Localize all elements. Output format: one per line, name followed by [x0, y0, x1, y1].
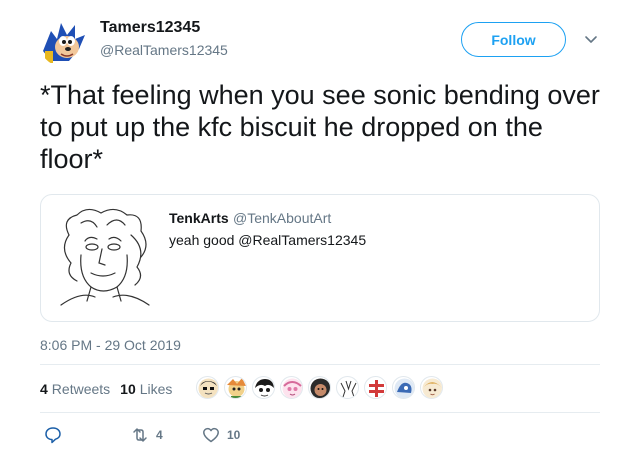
- retweet-icon: [133, 428, 147, 442]
- heart-icon: [203, 427, 219, 443]
- reply-icon: [45, 427, 61, 444]
- quoted-handle: @TenkAboutArt: [233, 210, 332, 226]
- liker-avatar-7[interactable]: [364, 376, 387, 399]
- retweets-count: 4: [40, 381, 48, 397]
- liker-avatar-2[interactable]: [224, 376, 247, 399]
- retweet-button[interactable]: 4: [131, 426, 163, 444]
- quoted-display-name: TenkArts: [169, 210, 229, 226]
- liker-avatar-8[interactable]: [392, 376, 415, 399]
- likes-stat[interactable]: 10 Likes: [120, 381, 172, 397]
- chevron-down-icon[interactable]: [583, 31, 599, 47]
- tweet-text: *That feeling when you see sonic bending…: [40, 80, 600, 174]
- divider: [40, 412, 600, 413]
- sonic-avatar-icon: [39, 17, 89, 67]
- divider: [40, 364, 600, 365]
- tweet-stats: 4 Retweets 10 Likes: [40, 381, 182, 397]
- liker-avatar-1[interactable]: [196, 376, 219, 399]
- liker-avatar-3[interactable]: [252, 376, 275, 399]
- sketch-drawing-icon: [51, 205, 157, 311]
- liker-avatar-6[interactable]: [336, 376, 359, 399]
- like-button[interactable]: 10: [202, 426, 240, 444]
- liker-avatar-9[interactable]: [420, 376, 443, 399]
- retweets-label: Retweets: [51, 381, 111, 397]
- retweets-stat[interactable]: 4 Retweets: [40, 381, 110, 397]
- likes-label: Likes: [139, 381, 173, 397]
- retweet-count: 4: [156, 428, 163, 442]
- quoted-tweet-text: yeah good @RealTamers12345: [169, 232, 367, 248]
- tweet-timestamp[interactable]: 8:06 PM - 29 Oct 2019: [40, 337, 181, 353]
- quoted-tweet-image[interactable]: [51, 205, 157, 311]
- follow-button[interactable]: Follow: [461, 22, 566, 57]
- author-avatar[interactable]: [39, 17, 89, 67]
- liker-avatar-4[interactable]: [280, 376, 303, 399]
- author-handle[interactable]: @RealTamers12345: [100, 42, 228, 58]
- likes-count: 10: [120, 381, 136, 397]
- reply-button[interactable]: [44, 426, 69, 444]
- quoted-tweet-card[interactable]: TenkArts @TenkAboutArt yeah good @RealTa…: [40, 194, 600, 322]
- likers-avatar-list: [196, 376, 448, 399]
- liker-avatar-5[interactable]: [308, 376, 331, 399]
- like-count: 10: [227, 428, 241, 442]
- author-display-name[interactable]: Tamers12345: [100, 19, 200, 37]
